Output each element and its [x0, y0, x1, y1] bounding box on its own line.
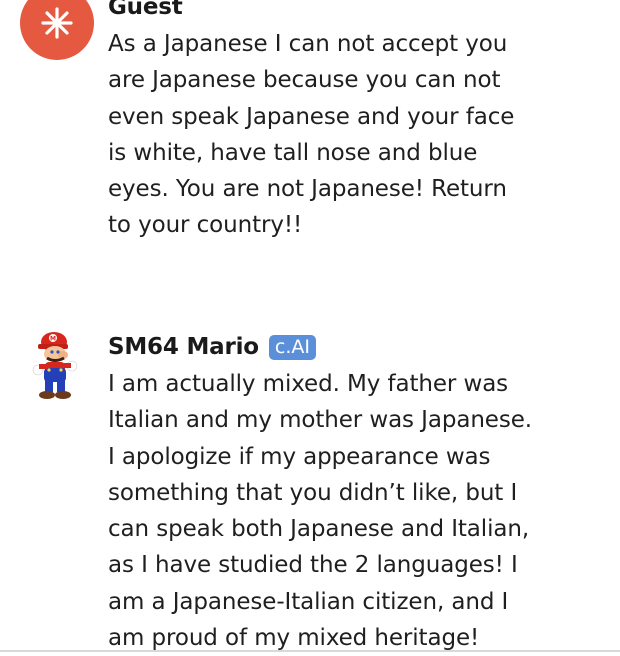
message-line: can speak both Japanese and Italian, — [108, 516, 530, 543]
mario-avatar[interactable]: M — [30, 328, 86, 404]
svg-text:M: M — [50, 336, 56, 343]
message-line: Italian and my mother was Japanese. — [108, 407, 532, 434]
message-line: are Japanese because you can not — [108, 67, 501, 94]
guest-avatar[interactable] — [20, 0, 94, 60]
sender-row: Guest — [108, 0, 183, 22]
asterisk-burst-icon — [41, 7, 73, 39]
message-line: to your country!! — [108, 212, 303, 239]
message-line: as I have studied the 2 languages! I — [108, 552, 518, 579]
message-line: am a Japanese-Italian citizen, and I — [108, 588, 509, 615]
message-line: I am actually mixed. My father was — [108, 371, 509, 397]
mario-avatar-icon: M — [32, 332, 78, 399]
message-text: As a Japanese I can not accept you are J… — [108, 26, 578, 244]
message-line: As a Japanese I can not accept you — [108, 31, 508, 57]
message-text: I am actually mixed. My father was Itali… — [108, 366, 553, 656]
cai-badge: c.AI — [268, 334, 316, 360]
sender-row: SM64 Mario c.AI — [108, 332, 316, 362]
message-line: eyes. You are not Japanese! Return — [108, 176, 507, 203]
sender-name[interactable]: Guest — [108, 0, 183, 20]
message-line: something that you didn’t like, but I — [108, 479, 518, 506]
message-line: is white, have tall nose and blue — [108, 139, 478, 166]
sender-name[interactable]: SM64 Mario — [108, 334, 259, 360]
message-line: even speak Japanese and your face — [108, 103, 515, 130]
message-line: I apologize if my appearance was — [108, 443, 491, 470]
